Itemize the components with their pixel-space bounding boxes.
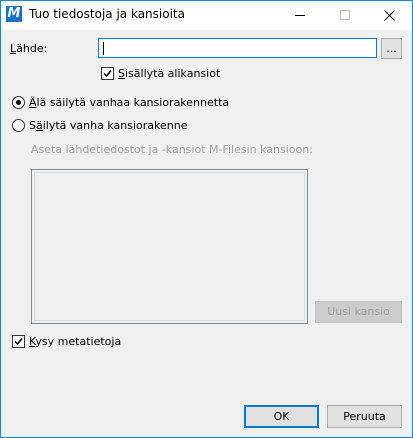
target-folder-tree-inner xyxy=(34,172,305,321)
flat-structure-radio[interactable] xyxy=(12,96,25,109)
maximize-icon xyxy=(322,1,367,30)
keep-structure-pre: S xyxy=(29,119,36,132)
include-subfolders-accel: S xyxy=(118,67,125,80)
target-folder-label: Aseta lähdetiedostot ja -kansiot M-Files… xyxy=(31,143,313,156)
include-subfolders-text: isällytä alikansiot xyxy=(124,67,221,80)
ask-metadata-label[interactable]: Kysy metatietoja xyxy=(29,335,121,348)
flat-structure-text: lä säilytä vanhaa kansiorakennetta xyxy=(36,96,230,109)
minimize-icon[interactable] xyxy=(277,1,322,30)
title-bar: M Tuo tiedostoja ja kansioita xyxy=(1,1,412,30)
flat-structure-label[interactable]: Älä säilytä vanhaa kansiorakennetta xyxy=(29,96,229,109)
new-folder-button: Uusi kansio xyxy=(315,301,402,323)
browse-button[interactable]: ... xyxy=(381,38,402,59)
cancel-button[interactable]: Peruuta xyxy=(327,405,402,428)
close-icon[interactable] xyxy=(367,1,412,30)
ask-metadata-checkbox[interactable] xyxy=(12,335,25,348)
ask-metadata-text: ysy metatietoja xyxy=(35,335,122,348)
target-folder-tree xyxy=(31,169,308,324)
include-subfolders-label[interactable]: Sisällytä alikansiot xyxy=(118,67,220,80)
keep-structure-text: ilytä vanha kansiorakenne xyxy=(42,119,188,132)
source-path-input[interactable] xyxy=(98,38,377,58)
keep-structure-radio[interactable] xyxy=(12,119,25,132)
flat-structure-accel: Ä xyxy=(29,96,37,109)
window-title: Tuo tiedostoja ja kansioita xyxy=(29,7,185,21)
import-dialog: M Tuo tiedostoja ja kansioita Lähde: ...… xyxy=(0,0,413,438)
m-files-app-icon: M xyxy=(6,6,22,22)
checkmark-icon xyxy=(103,70,112,78)
text-caret xyxy=(103,42,104,55)
source-label: Lähde: xyxy=(10,42,47,55)
keep-structure-label[interactable]: Säilytä vanha kansiorakenne xyxy=(29,119,187,132)
include-subfolders-checkbox[interactable] xyxy=(101,67,114,80)
checkmark-icon xyxy=(14,338,23,346)
source-label-text: ähde: xyxy=(16,42,48,55)
ok-button[interactable]: OK xyxy=(244,405,319,428)
keep-structure-accel: ä xyxy=(35,119,43,132)
